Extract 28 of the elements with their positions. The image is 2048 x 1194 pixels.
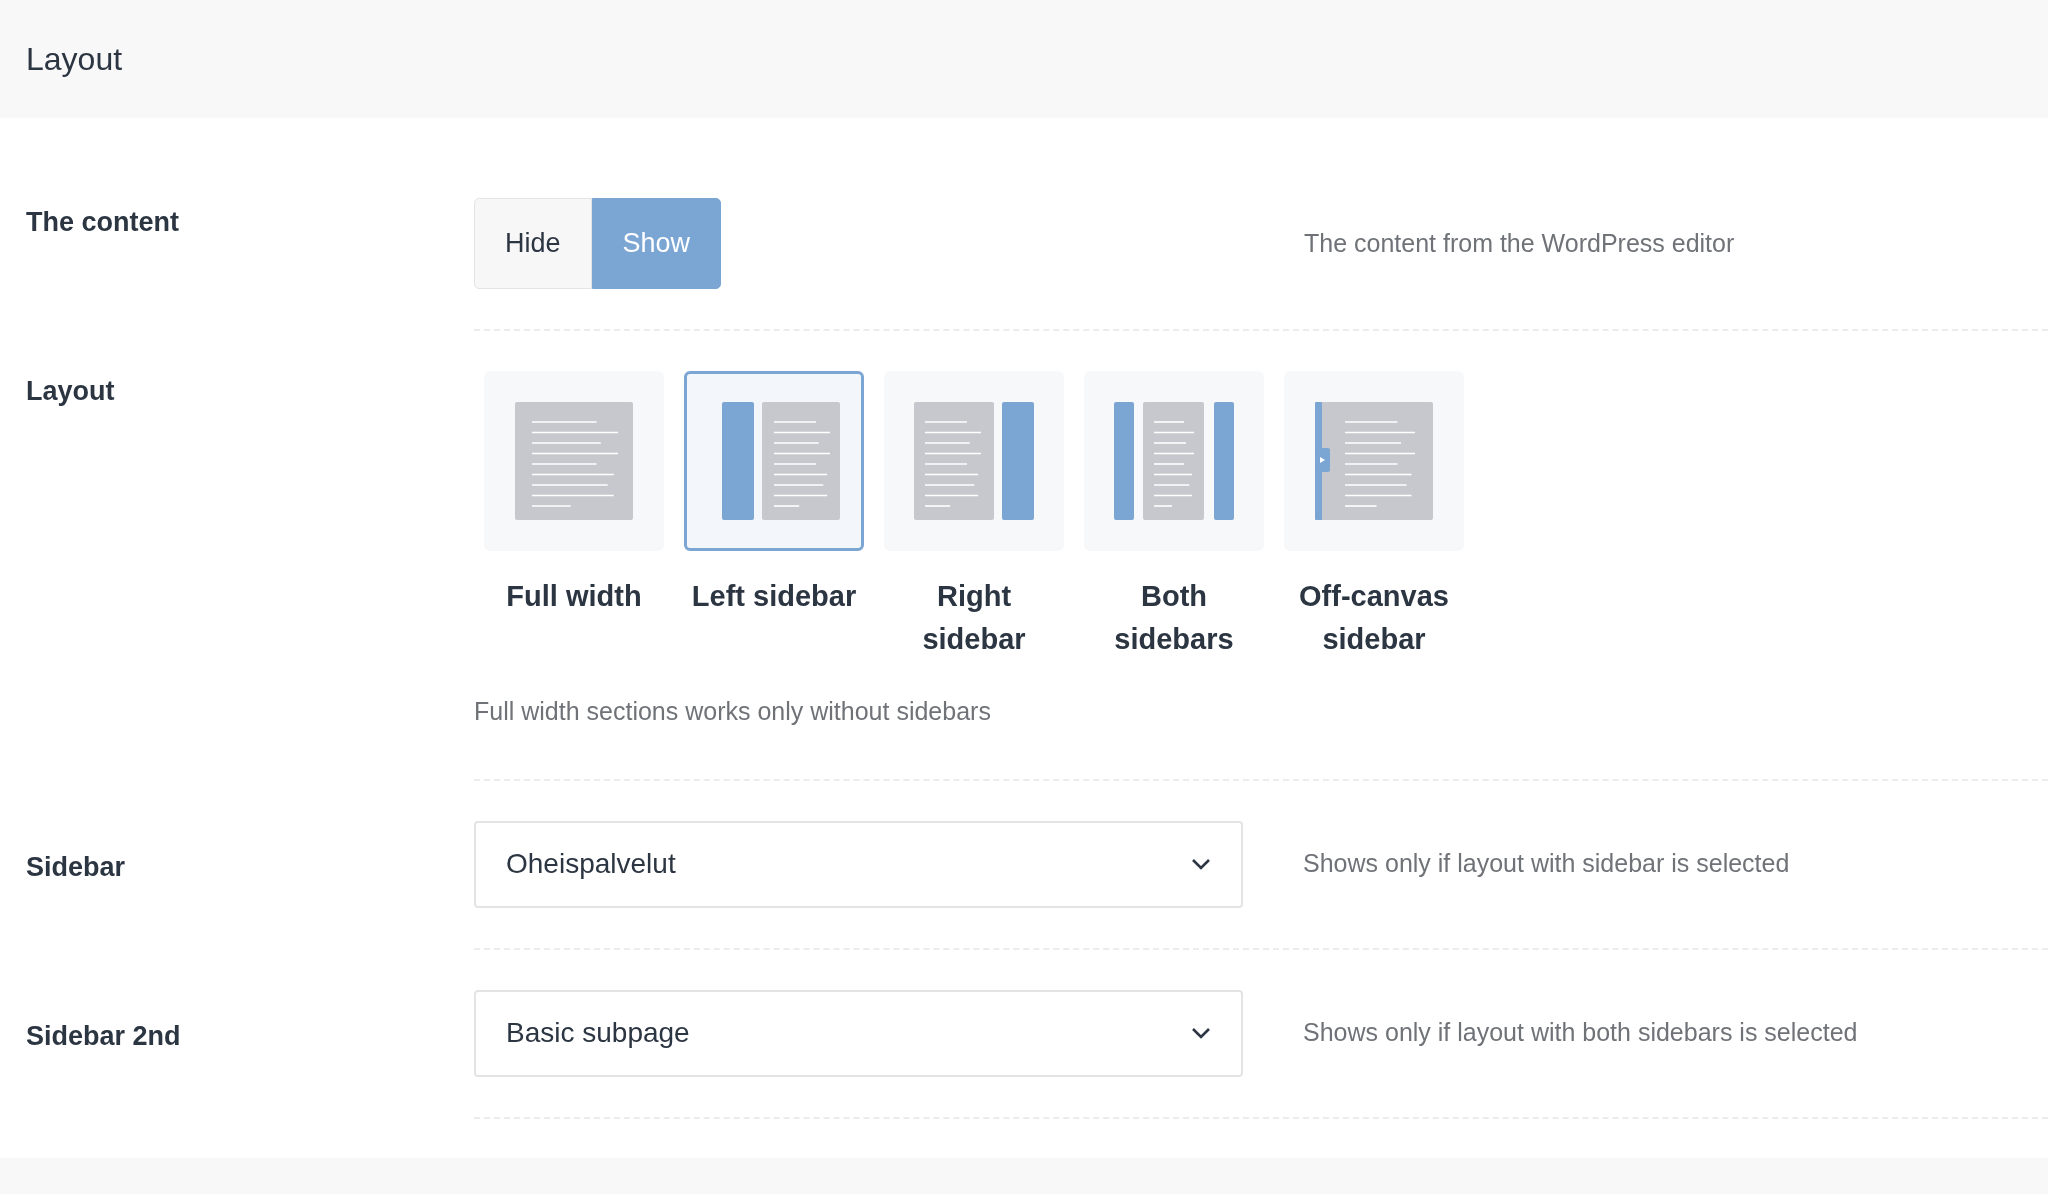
layout-option[interactable] xyxy=(1084,371,1264,551)
layout-option-label: Left sidebar xyxy=(691,579,857,614)
description-text: The content from the WordPress editor xyxy=(1304,227,1735,259)
layout-option-label: Right sidebar xyxy=(921,579,1027,657)
note-text: Full width sections works only without sidebars xyxy=(474,696,992,727)
toggle-button[interactable]: Hide xyxy=(474,198,592,289)
select-field[interactable]: Basic subpage xyxy=(474,989,1243,1077)
row-label: The content xyxy=(26,207,179,237)
chevron-down-icon xyxy=(1191,858,1211,870)
row-label: Sidebar xyxy=(26,851,126,882)
row-label: Layout xyxy=(26,376,115,406)
layout-option[interactable] xyxy=(1284,371,1464,551)
layout-option-label: Both sidebars xyxy=(1113,579,1235,657)
section-title: Layout xyxy=(26,40,123,79)
layout-both-icon xyxy=(1114,402,1234,520)
select-field[interactable]: Oheispalvelut xyxy=(474,820,1243,908)
layout-full-icon xyxy=(515,402,633,520)
layout-offcanvas-icon xyxy=(1315,402,1433,520)
chevron-down-icon xyxy=(1191,1027,1211,1039)
layout-option[interactable] xyxy=(684,371,864,551)
description-text: Shows only if layout with both sidebars is selected xyxy=(1303,1017,1858,1049)
layout-option-label: Full width xyxy=(506,579,642,614)
row-label: Sidebar 2nd xyxy=(26,1020,181,1051)
layout-option[interactable] xyxy=(884,371,1064,551)
layout-option-label: Off-canvas sidebar xyxy=(1298,579,1450,657)
layout-right-icon xyxy=(914,402,1034,520)
description-text: Shows only if layout with sidebar is selected xyxy=(1303,848,1790,880)
layout-option[interactable] xyxy=(484,371,664,551)
